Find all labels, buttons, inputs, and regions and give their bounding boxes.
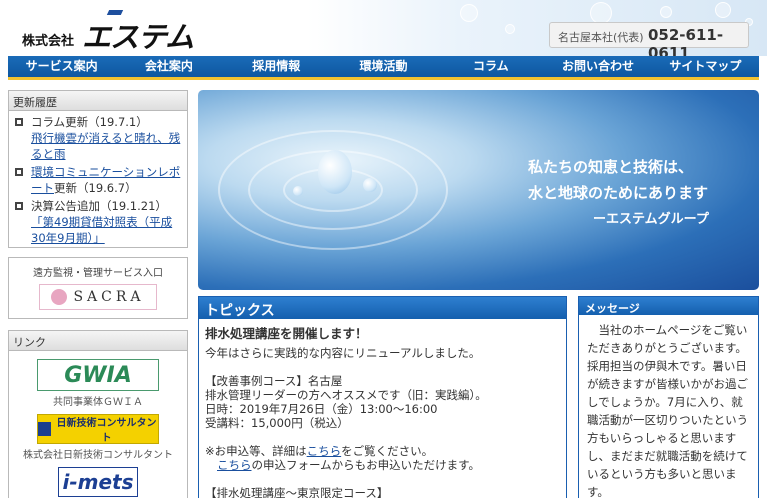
list-item: コラム更新（19.7.1） 飛行機雲が消えると晴れ、残ると雨 [15,114,183,162]
phone-contact: 名古屋本社(代表) 052-611-0611 [549,22,749,62]
nav-item-environment[interactable]: 環境活動 [330,56,437,77]
bullet-icon [15,168,23,176]
links-heading: リンク [9,331,187,351]
update-text: 更新（19.6.7） [54,181,137,195]
topics-next-course: 【排水処理講座～東京限定コース】 [205,486,389,498]
note-text: の申込フォームからもお申込いただけます。 [251,458,481,472]
topics-course: 【改善事例コース】名古屋 [205,374,343,388]
water-drop [363,178,377,192]
update-history-box: 更新履歴 コラム更新（19.7.1） 飛行機雲が消えると晴れ、残ると雨 環境コミ… [8,90,188,248]
nikki-link[interactable]: 日新技術コンサルタント 株式会社日新技術コンサルタント [9,414,187,461]
phone-label: 名古屋本社(代表) [558,31,644,44]
nav-item-services[interactable]: サービス案内 [8,56,115,77]
message-body: 当社のホームページをご覧いただきありがとうございます。採用担当の伊與木です。暑い… [587,323,749,498]
decor-bubble [715,2,731,18]
message-heading: メッセージ [579,297,758,315]
sacra-caption: 遠方監視・管理サービス入口 [33,268,163,279]
list-item: 環境コミュニケーションレポート更新（19.6.7） [15,164,183,196]
sacra-mark-icon [51,289,68,305]
decor-bubble [460,4,478,22]
nikki-mark-icon [38,422,52,436]
nikki-logo: 日新技術コンサルタント [37,414,159,444]
links-box: リンク GWIA 共同事業体ＧＷＩＡ 日新技術コンサルタント 株式会社日新技術コ… [8,330,188,498]
topics-fee: 受講料：15,000円（税込） [205,416,349,430]
note-text: をご覧ください。 [341,444,434,458]
nav-item-sitemap[interactable]: サイトマップ [652,56,759,77]
sacra-banner[interactable]: SACRA [39,284,157,310]
hero-tagline-1: 私たちの知恵と技術は、 [528,158,694,176]
topics-intro: 今年はさらに実践的な内容にリニューアルしました。 [205,346,481,360]
logo-name: エステム [82,20,194,54]
hero-tagline-2: 水と地球のためにあります [528,184,709,202]
gwia-logo: GWIA [37,359,159,391]
topics-panel: トピックス 排水処理講座を開催します！ 今年はさらに実践的な内容にリニューアルし… [198,296,567,498]
details-link[interactable]: こちら [307,444,342,458]
message-panel: メッセージ 当社のホームページをご覧いただきありがとうございます。採用担当の伊與… [578,296,759,498]
water-drop [318,150,352,194]
imets-logo: i-mets [58,467,138,497]
nav-item-recruit[interactable]: 採用情報 [223,56,330,77]
bullet-icon [15,202,23,210]
global-nav: サービス案内 会社案内 採用情報 環境活動 コラム お問い合わせ サイトマップ [8,56,759,80]
update-history-heading: 更新履歴 [9,91,187,111]
water-drop [293,186,303,196]
decor-bubble [505,24,515,34]
nav-item-column[interactable]: コラム [437,56,544,77]
logo-prefix: 株式会社 [22,34,75,49]
topics-note-1: ※お申込等、詳細はこちらをご覧ください。 [205,444,558,458]
decor-bubble [590,2,612,24]
update-link-column[interactable]: 飛行機雲が消えると晴れ、残ると雨 [31,131,180,161]
topics-date: 日時：2019年7月26日（金）13:00～16:00 [205,402,438,416]
imets-link[interactable]: i-mets [9,467,187,497]
topics-heading: トピックス [199,297,566,319]
bullet-icon [15,118,23,126]
note-text: ※お申込等、詳細は [205,444,307,458]
topics-title: 排水処理講座を開催します！ [205,326,368,341]
gwia-link[interactable]: GWIA 共同事業体ＧＷＩＡ [9,359,187,408]
nikki-caption: 株式会社日新技術コンサルタント [23,450,173,461]
update-list: コラム更新（19.7.1） 飛行機雲が消えると晴れ、残ると雨 環境コミュニケーシ… [9,111,187,252]
hero-banner: 私たちの知恵と技術は、 水と地球のためにあります ーエステムグループ [198,90,759,290]
update-text: 決算公告追加（19.1.21） [31,199,167,213]
site-header: 株式会社 エステム 名古屋本社(代表) 052-611-0611 [0,0,767,62]
application-form-link[interactable]: こちら [217,458,252,472]
nav-item-contact[interactable]: お問い合わせ [544,56,651,77]
hero-tagline-3: ーエステムグループ [593,212,709,227]
topics-note-2: こちらの申込フォームからもお申込いただけます。 [205,458,558,472]
nikki-logo-text: 日新技術コンサルタント [56,418,157,444]
update-text: コラム更新（19.7.1） [31,115,148,129]
sacra-logo-text: SACRA [73,289,145,305]
gwia-caption: 共同事業体ＧＷＩＡ [53,397,143,408]
nav-item-company[interactable]: 会社案内 [115,56,222,77]
topics-target: 排水管理リーダーの方へオススメです（旧：実践編）。 [205,388,487,402]
sacra-box: 遠方監視・管理サービス入口 SACRA [8,257,188,319]
list-item: 決算公告追加（19.1.21） 「第49期貸借対照表（平成30年9月期）」 [15,198,183,246]
update-link-balance-sheet[interactable]: 「第49期貸借対照表（平成30年9月期）」 [31,215,172,245]
decor-bubble [660,6,672,18]
topics-body: 排水処理講座を開催します！ 今年はさらに実践的な内容にリニューアルしました。 【… [199,319,566,498]
